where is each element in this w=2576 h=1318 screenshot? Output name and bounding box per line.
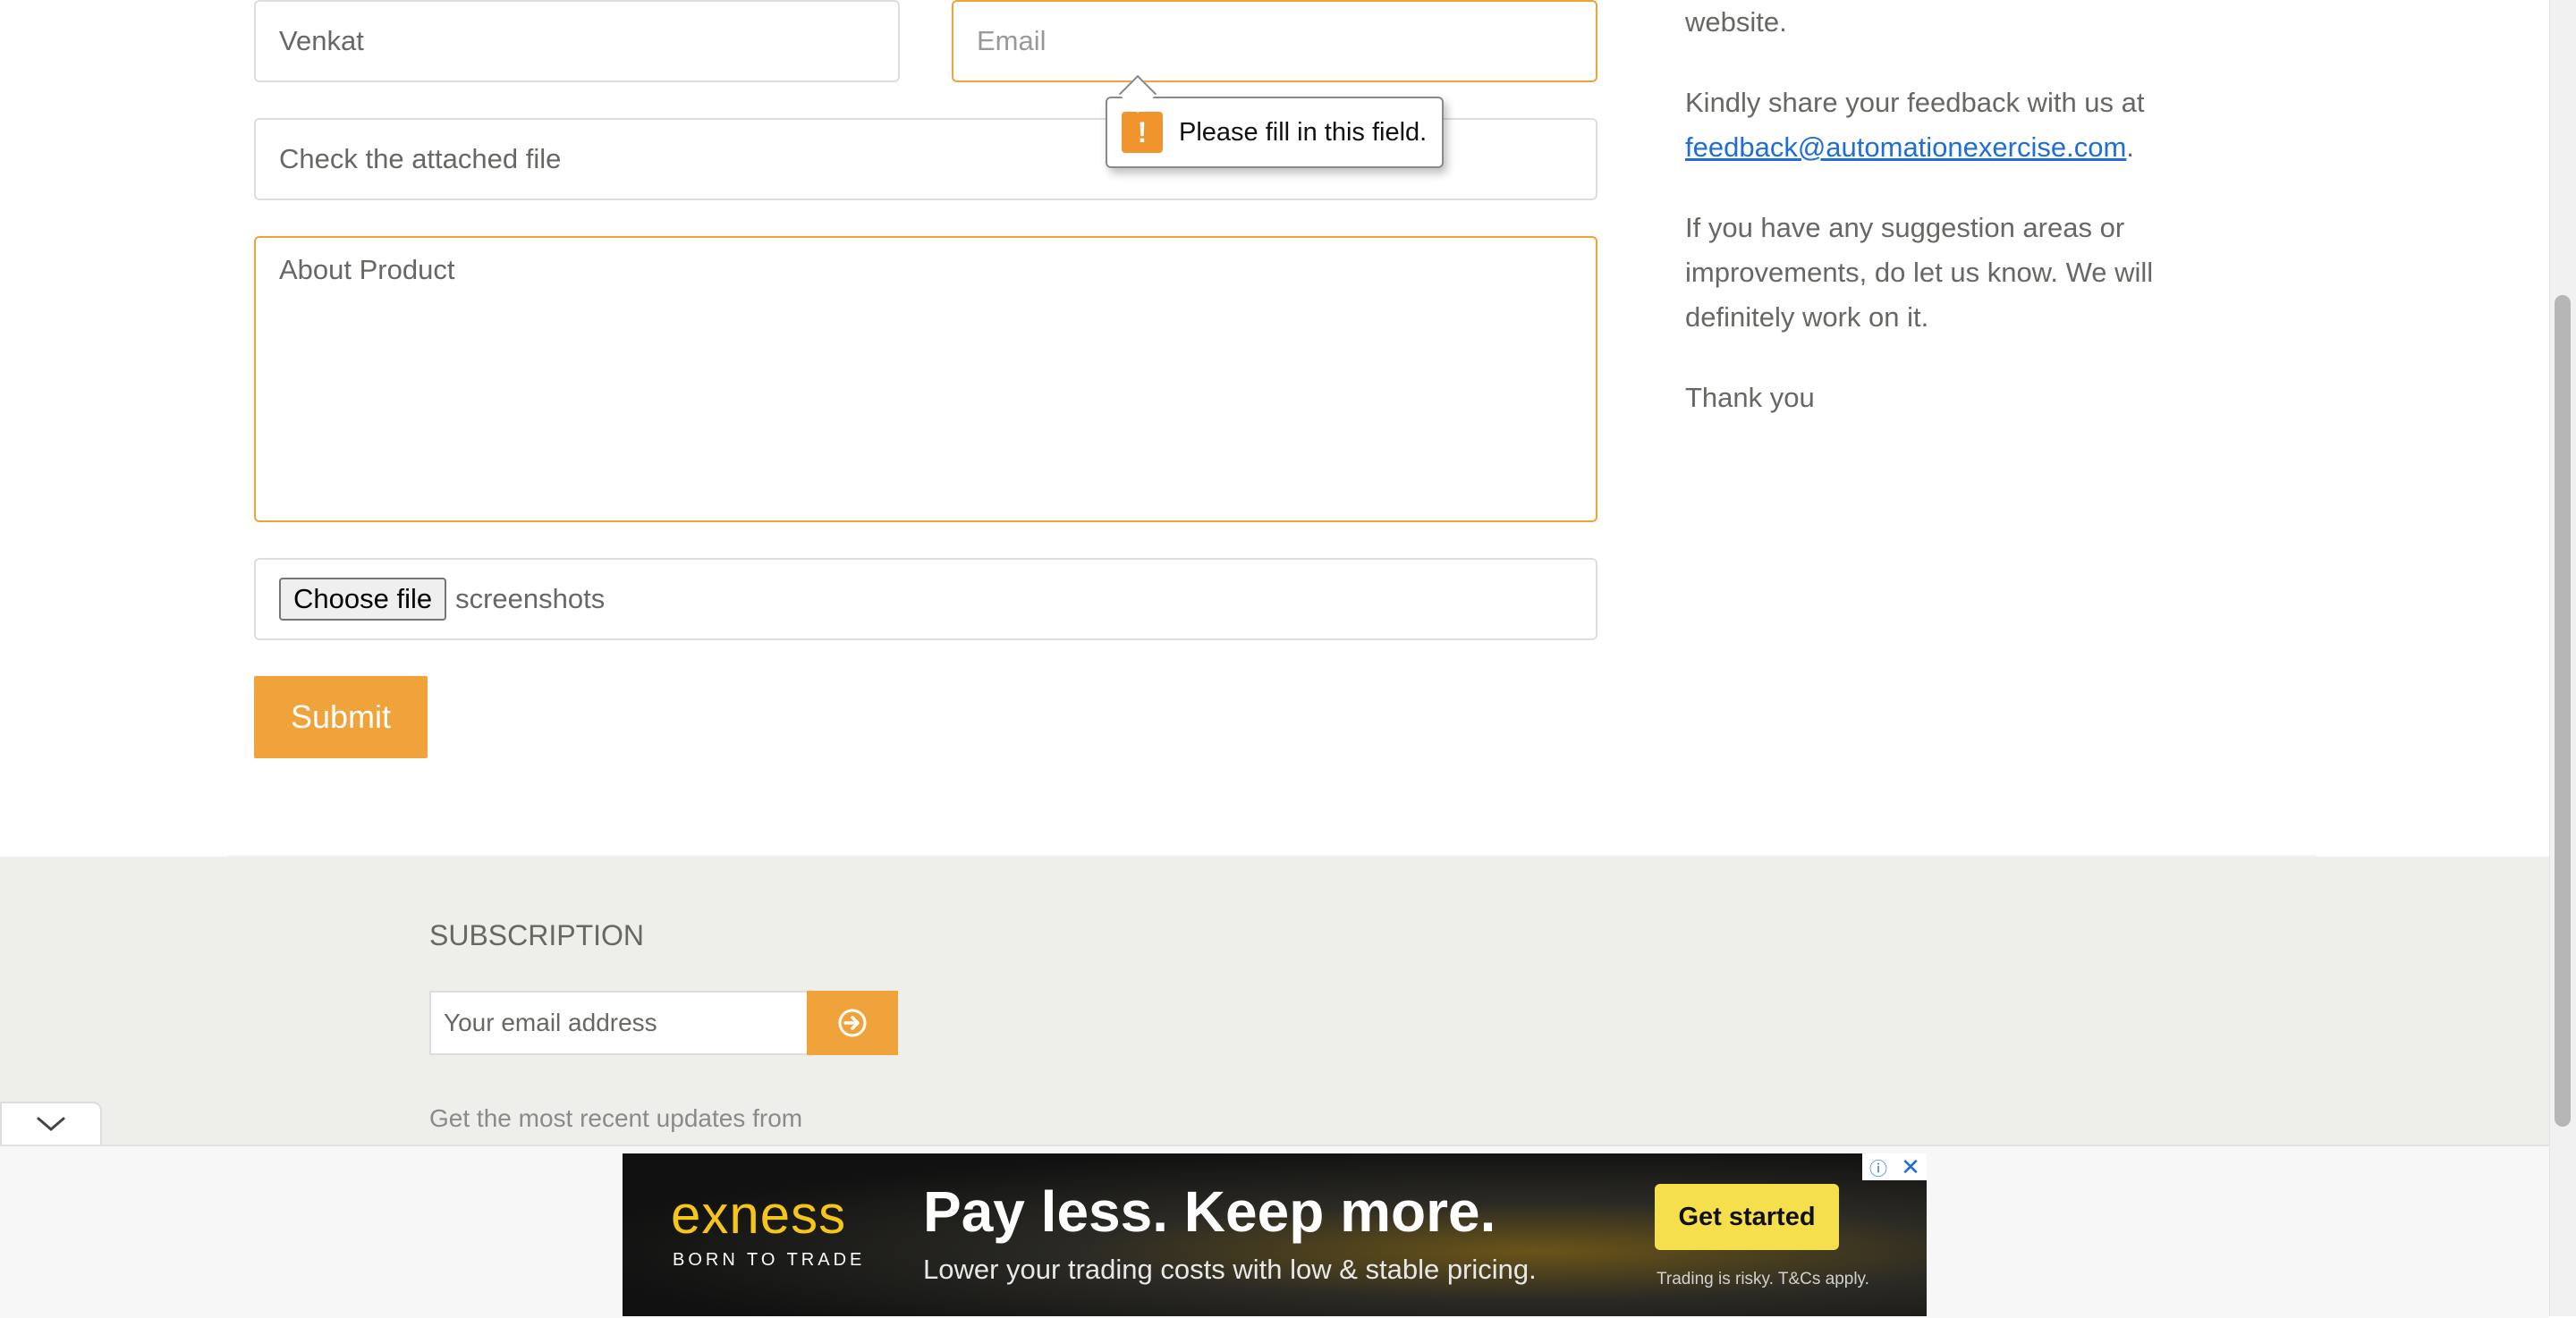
submit-button[interactable]: Submit (254, 676, 428, 758)
name-input[interactable] (254, 0, 900, 82)
ad-close-icon[interactable]: ✕ (1894, 1153, 1927, 1180)
subscription-title: SUBSCRIPTION (429, 919, 645, 951)
email-input[interactable] (952, 0, 1597, 82)
choose-file-button[interactable]: Choose file (279, 578, 447, 621)
ad-info-icon[interactable]: ⓘ (1862, 1153, 1894, 1180)
ad-banner[interactable]: exness BORN TO TRADE Pay less. Keep more… (623, 1153, 1927, 1316)
warning-icon: ! (1122, 112, 1163, 153)
ad-tagline: BORN TO TRADE (673, 1250, 866, 1270)
message-textarea[interactable]: About Product (254, 236, 1597, 522)
info-website-text: website. (1685, 6, 1787, 38)
footer-divider (227, 855, 2317, 857)
subscription-description: Get the most recent updates from (429, 1104, 803, 1132)
validation-tooltip: ! Please fill in this field. (1106, 97, 1444, 168)
ad-subline: Lower your trading costs with low & stab… (923, 1254, 1537, 1285)
scrollbar-thumb[interactable] (2555, 295, 2571, 1127)
subscription-email-input[interactable] (429, 991, 809, 1055)
ad-logo: exness (671, 1185, 847, 1245)
subscribe-button[interactable] (807, 991, 898, 1055)
validation-message: Please fill in this field. (1179, 117, 1428, 147)
chevron-down-icon (37, 1117, 65, 1131)
ad-headline: Pay less. Keep more. (923, 1179, 1496, 1244)
ad-collapse-toggle[interactable] (0, 1102, 102, 1145)
ad-disclaimer: Trading is risky. T&Cs apply. (1657, 1270, 1869, 1288)
feedback-prefix: Kindly share your feedback with us at (1685, 87, 2145, 118)
feedback-email-link[interactable]: feedback@automationexercise.com (1685, 131, 2126, 163)
info-suggestion-text: If you have any suggestion areas or impr… (1685, 212, 2154, 333)
arrow-circle-right-icon (838, 1009, 867, 1037)
info-thanks-text: Thank you (1685, 382, 1815, 413)
feedback-suffix: . (2126, 131, 2134, 163)
selected-file-name: screenshots (455, 583, 606, 614)
file-upload-field[interactable]: Choose file screenshots (254, 558, 1597, 640)
info-feedback-text: Kindly share your feedback with us at fee… (1685, 80, 2222, 170)
ad-get-started-button[interactable]: Get started (1655, 1184, 1839, 1250)
